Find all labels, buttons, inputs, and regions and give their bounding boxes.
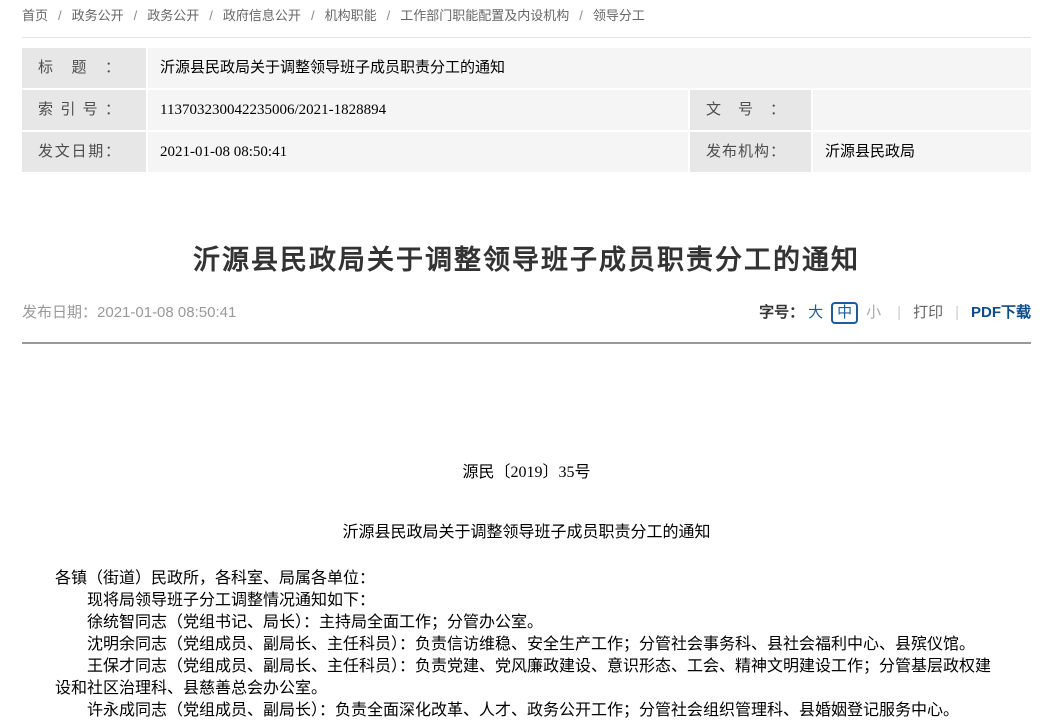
document-meta-table: 标题： 沂源县民政局关于调整领导班子成员职责分工的通知 索引号： 1137032… <box>22 48 1031 172</box>
meta-label-issuing-agency: 发布机构： <box>690 132 811 172</box>
controls-separator: | <box>897 302 901 324</box>
meta-label-title: 标题： <box>22 48 146 88</box>
breadcrumb-item[interactable]: 首页 <box>22 8 48 23</box>
print-button[interactable]: 打印 <box>913 302 943 324</box>
breadcrumb-item[interactable]: 政务公开 <box>147 8 199 23</box>
meta-value-title: 沂源县民政局关于调整领导班子成员职责分工的通知 <box>148 48 1031 88</box>
article-paragraph: 王保才同志（党组成员、副局长、主任科员）：负责党建、党风廉政建设、意识形态、工会… <box>55 656 998 700</box>
breadcrumb-separator: / <box>134 8 138 23</box>
document-paragraphs: 各镇（街道）民政所，各科室、局属各单位：现将局领导班子分工调整情况通知如下：徐统… <box>55 568 998 722</box>
meta-value-doc-number <box>813 90 1031 130</box>
breadcrumb: 首页 / 政务公开 / 政务公开 / 政府信息公开 / 机构职能 / 工作部门职能配置及内设机构 / 领… <box>22 0 1031 24</box>
breadcrumb-divider <box>22 37 1031 38</box>
page: 首页 / 政务公开 / 政务公开 / 政府信息公开 / 机构职能 / 工作部门职能配置及内设机构 / 领… <box>0 0 1053 722</box>
article-paragraph: 各镇（街道）民政所，各科室、局属各单位： <box>55 568 998 590</box>
article-info-row: 发布日期：2021-01-08 08:50:41 字号： 大 中 小 | 打印 … <box>22 302 1031 324</box>
breadcrumb-separator: / <box>58 8 62 23</box>
breadcrumb-separator: / <box>579 8 583 23</box>
meta-label-issue-date: 发文日期： <box>22 132 146 172</box>
document-title: 沂源县民政局关于调整领导班子成员职责分工的通知 <box>55 522 998 544</box>
breadcrumb-separator: / <box>209 8 213 23</box>
font-size-medium-button[interactable]: 中 <box>831 302 858 324</box>
publish-date-label: 发布日期： <box>22 304 97 321</box>
breadcrumb-item[interactable]: 机构职能 <box>325 8 377 23</box>
publish-date: 发布日期：2021-01-08 08:50:41 <box>22 302 236 324</box>
breadcrumb-item[interactable]: 政府信息公开 <box>223 8 301 23</box>
font-size-large-button[interactable]: 大 <box>808 302 823 324</box>
article-body: 源民〔2019〕35号 沂源县民政局关于调整领导班子成员职责分工的通知 各镇（街… <box>22 462 1031 722</box>
breadcrumb-item[interactable]: 政务公开 <box>72 8 124 23</box>
article-paragraph: 徐统智同志（党组书记、局长）：主持局全面工作；分管办公室。 <box>55 612 998 634</box>
content-divider <box>22 342 1031 344</box>
font-size-label: 字号： <box>759 302 804 324</box>
font-size-small-button[interactable]: 小 <box>866 302 881 324</box>
meta-label-index-number: 索引号： <box>22 90 146 130</box>
breadcrumb-item[interactable]: 领导分工 <box>593 8 645 23</box>
article-paragraph: 沈明余同志（党组成员、副局长、主任科员）：负责信访维稳、安全生产工作；分管社会事… <box>55 634 998 656</box>
document-number: 源民〔2019〕35号 <box>55 462 998 484</box>
controls-separator: | <box>955 302 959 324</box>
meta-label-doc-number: 文号： <box>690 90 811 130</box>
breadcrumb-separator: / <box>311 8 315 23</box>
meta-value-issuing-agency: 沂源县民政局 <box>813 132 1031 172</box>
pdf-download-button[interactable]: PDF下载 <box>971 302 1031 324</box>
article-paragraph: 现将局领导班子分工调整情况通知如下： <box>55 590 998 612</box>
article-controls: 字号： 大 中 小 | 打印 | PDF下载 <box>759 302 1031 324</box>
breadcrumb-item[interactable]: 工作部门职能配置及内设机构 <box>400 8 569 23</box>
article-paragraph: 许永成同志（党组成员、副局长）：负责全面深化改革、人才、政务公开工作；分管社会组… <box>55 700 998 722</box>
meta-value-issue-date: 2021-01-08 08:50:41 <box>148 132 688 172</box>
breadcrumb-separator: / <box>387 8 391 23</box>
article-title: 沂源县民政局关于调整领导班子成员职责分工的通知 <box>22 244 1031 276</box>
publish-date-value: 2021-01-08 08:50:41 <box>97 304 236 321</box>
meta-value-index-number: 113703230042235006/2021-1828894 <box>148 90 688 130</box>
